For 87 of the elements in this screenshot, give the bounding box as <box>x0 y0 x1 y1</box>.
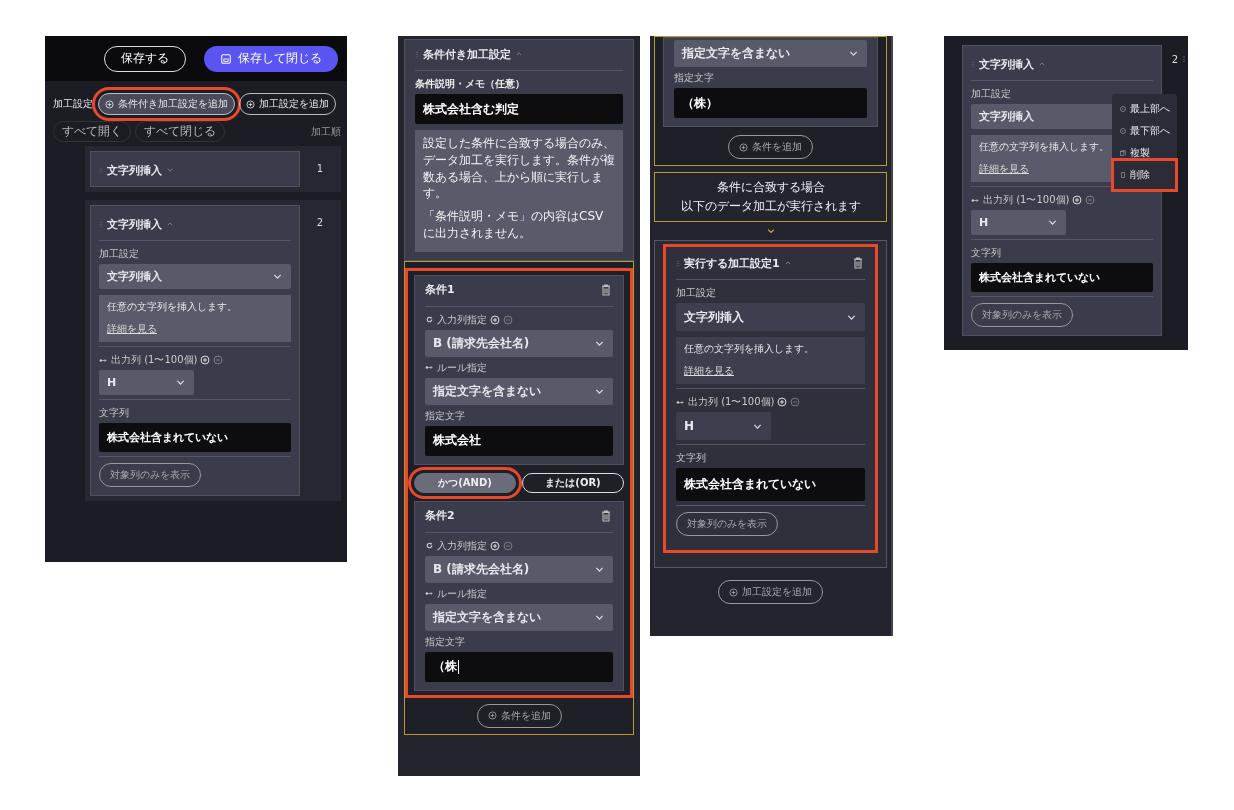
dropdown[interactable]: H <box>676 412 771 440</box>
plus-circle-icon <box>246 99 255 109</box>
rotate-arrow-icon <box>425 541 434 551</box>
save-close-button[interactable]: 保存して閉じる <box>204 45 338 72</box>
field-label: 出力列 (1〜100個) <box>983 193 1070 207</box>
card-title: 実行する加工設定1 <box>684 255 780 271</box>
dropdown[interactable]: 文字列挿入 <box>676 303 865 331</box>
dropdown[interactable]: H <box>99 370 194 395</box>
info-text: 「条件説明・メモ」の内容はCSVに出力されません。 <box>423 208 605 242</box>
field-label: 文字列 <box>971 246 1002 260</box>
menu-item[interactable]: 複製 <box>1117 142 1172 164</box>
dropdown[interactable]: 指定文字を含まない <box>425 603 613 631</box>
chevron-up-icon[interactable] <box>1038 60 1046 68</box>
notice-text: 条件に合致する場合 <box>716 179 825 196</box>
logic-toggle[interactable]: または(OR) <box>522 472 624 493</box>
column-label: 加工順 <box>311 124 341 139</box>
dropdown[interactable]: B (請求先会社名) <box>425 329 613 357</box>
plus-circle-icon[interactable] <box>777 397 788 407</box>
field-label: 入力列指定 <box>437 312 487 327</box>
chevron-down-icon <box>765 226 776 236</box>
copy-icon <box>1119 149 1127 157</box>
plus-circle-icon <box>487 711 497 721</box>
plus-circle-icon[interactable] <box>490 540 500 551</box>
section-label: 加工設定 <box>53 97 93 111</box>
detail-link[interactable]: 詳細を見る <box>979 162 1029 176</box>
chevron-up-icon[interactable] <box>515 50 523 58</box>
circle-down-icon <box>1119 127 1127 135</box>
dropdown[interactable]: 文字列挿入 <box>99 264 291 289</box>
rotate-arrow-icon <box>425 315 434 325</box>
trash-icon[interactable] <box>599 282 613 297</box>
card-title: 条件付き加工設定 <box>423 46 511 62</box>
field-label: 条件説明・メモ（任意） <box>415 77 526 91</box>
field-label: ルール指定 <box>437 360 487 375</box>
field-label: 出力列 (1〜100個) <box>688 395 775 409</box>
text-field[interactable]: （株 <box>425 651 613 682</box>
order-number: 2 <box>315 216 325 228</box>
field-label: 文字列 <box>99 406 130 420</box>
detail-link[interactable]: 詳細を見る <box>684 364 734 378</box>
field-label: 加工設定 <box>676 286 717 300</box>
card-title: 文字列挿入 <box>107 216 162 232</box>
info-text: 設定した条件に合致する場合のみ、データ加工を実行します。条件が複数ある場合、上から順に実行します。 <box>423 135 615 203</box>
order-number: 1 <box>315 162 325 174</box>
circle-up-icon <box>1119 105 1127 113</box>
plus-circle-icon[interactable] <box>490 314 500 325</box>
dropdown[interactable]: 指定文字を含まない <box>425 377 613 405</box>
plus-circle-icon <box>739 142 748 152</box>
card-title: 条件1 <box>425 282 455 298</box>
order-number: 2 <box>1170 53 1179 65</box>
detail-link[interactable]: 詳細を見る <box>107 322 157 336</box>
chevron-down-icon[interactable] <box>166 166 174 174</box>
field-label: 指定文字 <box>425 634 466 649</box>
save-button[interactable]: 保存する <box>104 45 186 72</box>
notice-text: 以下のデータ加工が実行されます <box>680 198 861 215</box>
dropdown[interactable]: 指定文字を含まない <box>674 40 867 67</box>
field-label: ルール指定 <box>437 586 487 601</box>
field-label: 指定文字 <box>674 71 715 85</box>
trash-icon[interactable] <box>599 508 613 523</box>
text-field[interactable]: 株式会社含まれていない <box>99 423 291 452</box>
card-title: 条件2 <box>425 508 455 524</box>
text-field[interactable]: 株式会社 <box>425 425 613 456</box>
field-label: 指定文字 <box>425 408 466 423</box>
memo-field[interactable]: 株式会社含む判定 <box>415 94 623 124</box>
dropdown[interactable]: B (請求先会社名) <box>425 555 613 583</box>
chevron-up-icon[interactable] <box>166 220 174 228</box>
description-text: 任意の文字列を挿入します。 <box>684 342 814 356</box>
save-icon <box>220 52 232 65</box>
plus-circle-icon[interactable] <box>200 355 211 365</box>
text-field[interactable]: （株） <box>674 88 867 118</box>
chevron-up-icon[interactable] <box>783 259 792 267</box>
plus-circle-icon <box>729 587 738 597</box>
field-label: 加工設定 <box>99 247 140 261</box>
trash-icon[interactable] <box>851 256 865 270</box>
card-title: 文字列挿入 <box>979 56 1034 72</box>
card-title: 文字列挿入 <box>107 162 162 178</box>
field-label: 加工設定 <box>971 87 1012 101</box>
menu-item[interactable]: 削除 <box>1117 164 1172 186</box>
plus-circle-icon <box>105 99 114 109</box>
field-label: 文字列 <box>676 451 707 465</box>
description-text: 任意の文字列を挿入します。 <box>107 300 237 314</box>
dropdown[interactable]: H <box>971 210 1066 235</box>
plus-circle-icon[interactable] <box>1072 195 1083 205</box>
delete-icon <box>1119 171 1127 179</box>
field-label: 入力列指定 <box>437 538 487 553</box>
description-text: 任意の文字列を挿入します。 <box>979 140 1109 154</box>
text-field[interactable]: 株式会社含まれていない <box>971 263 1153 292</box>
text-field[interactable]: 株式会社含まれていない <box>676 468 865 501</box>
field-label: 出力列 (1〜100個) <box>111 353 198 367</box>
